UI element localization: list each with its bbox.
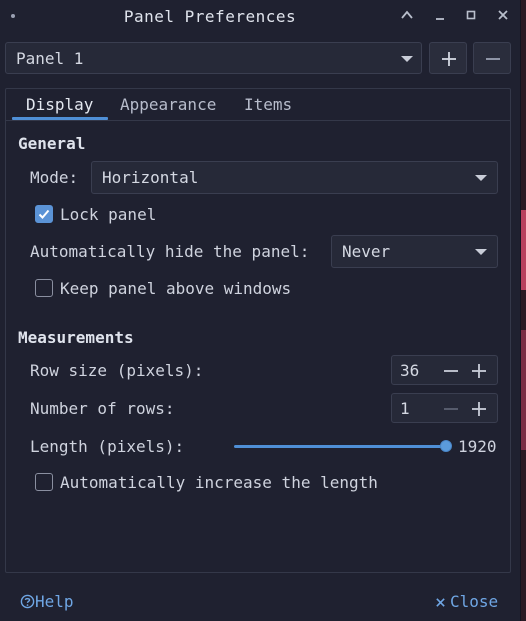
chevron-down-icon: [475, 175, 487, 181]
length-label: Length (pixels):: [30, 437, 185, 456]
plus-icon: [472, 402, 486, 416]
tab-items[interactable]: Items: [244, 95, 292, 114]
autohide-select[interactable]: Never: [331, 235, 498, 268]
row-size-value[interactable]: 36: [400, 361, 419, 380]
length-value: 1920: [458, 437, 497, 456]
minus-icon: [486, 58, 500, 60]
auto-increase-label[interactable]: Automatically increase the length: [60, 473, 378, 492]
autohide-label: Automatically hide the panel:: [30, 242, 310, 261]
panel-select-value: Panel 1: [16, 49, 84, 68]
chevron-up-icon: [401, 10, 413, 19]
maximize-button[interactable]: [462, 8, 480, 26]
help-icon: [20, 594, 35, 609]
minimize-button[interactable]: [431, 8, 449, 26]
general-heading: General: [18, 134, 86, 153]
panel-preferences-window: Panel Preferences Panel 1 Display Appear…: [0, 0, 521, 621]
auto-increase-checkbox[interactable]: [35, 473, 53, 491]
rows-spinbutton[interactable]: 1: [391, 393, 498, 423]
shade-button[interactable]: [398, 8, 416, 26]
tab-display[interactable]: Display: [26, 95, 93, 114]
plus-icon: [442, 52, 456, 66]
close-icon: [436, 598, 445, 607]
mode-select-value: Horizontal: [102, 168, 199, 187]
close-button[interactable]: Close: [435, 592, 498, 611]
measurements-heading: Measurements: [18, 328, 134, 347]
panel-select[interactable]: Panel 1: [5, 42, 422, 74]
row-size-label: Row size (pixels):: [30, 361, 204, 380]
rows-label: Number of rows:: [30, 399, 175, 418]
tab-appearance[interactable]: Appearance: [120, 95, 216, 114]
mode-select[interactable]: Horizontal: [91, 161, 498, 194]
maximize-icon: [466, 10, 476, 20]
chevron-down-icon: [401, 56, 413, 62]
length-slider-track[interactable]: [234, 445, 446, 448]
close-icon: [498, 10, 508, 20]
minus-icon: [444, 370, 458, 372]
minimize-icon: [436, 18, 444, 20]
close-window-button[interactable]: [494, 8, 512, 26]
mode-label: Mode:: [30, 168, 79, 187]
close-label: Close: [450, 592, 499, 611]
active-tab-indicator: [12, 117, 108, 120]
checkmark-icon: [38, 209, 50, 219]
lock-panel-label[interactable]: Lock panel: [60, 205, 156, 224]
plus-icon: [472, 364, 486, 378]
keep-above-label[interactable]: Keep panel above windows: [60, 279, 291, 298]
tab-bar: Display Appearance Items: [6, 89, 510, 121]
help-label: Help: [35, 592, 74, 611]
length-slider-handle[interactable]: [440, 440, 452, 452]
remove-panel-button[interactable]: [473, 42, 511, 74]
titlebar[interactable]: Panel Preferences: [0, 0, 520, 34]
help-button[interactable]: Help: [20, 592, 74, 611]
rows-value[interactable]: 1: [400, 399, 410, 418]
autohide-select-value: Never: [342, 242, 391, 261]
window-title: Panel Preferences: [123, 7, 297, 26]
keep-above-checkbox[interactable]: [35, 279, 53, 297]
minus-icon: [444, 408, 458, 410]
add-panel-button[interactable]: [429, 42, 467, 74]
chevron-down-icon: [475, 249, 487, 255]
lock-panel-checkbox[interactable]: [35, 205, 53, 223]
row-size-spinbutton[interactable]: 36: [391, 355, 498, 385]
